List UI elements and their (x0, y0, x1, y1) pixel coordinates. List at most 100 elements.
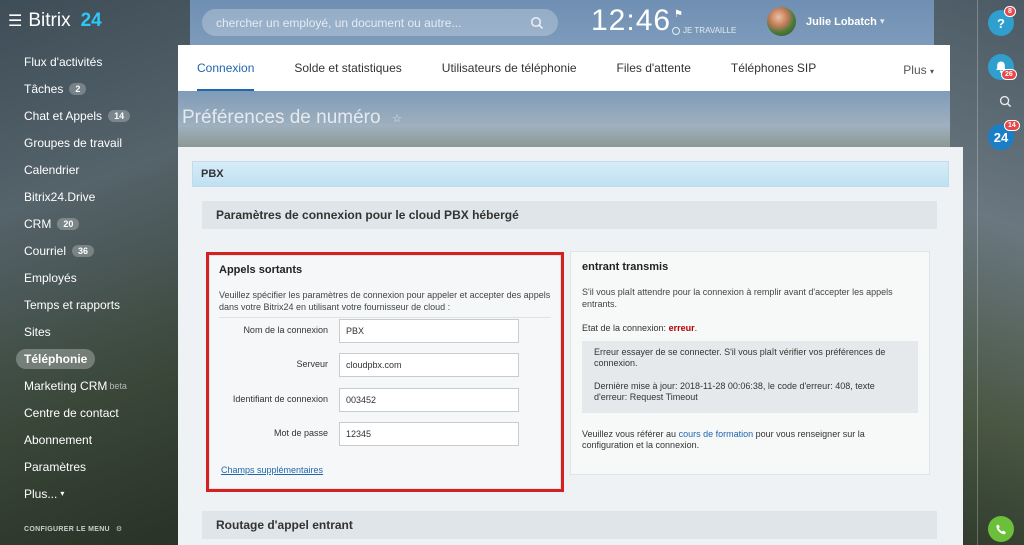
section-incoming-routing[interactable]: Routage d'appel entrant (202, 511, 937, 539)
chevron-down-icon: ▾ (929, 67, 934, 76)
star-icon[interactable]: ☆ (392, 112, 402, 125)
menu-item-label: Flux d'activités (24, 54, 103, 69)
incoming-panel: entrant transmis S'il vous plaît attendr… (570, 251, 930, 475)
menu-item-label: Calendrier (24, 162, 80, 177)
menu-item-plus[interactable]: Plus... ▾ (0, 480, 178, 507)
server-label: Serveur (296, 359, 328, 369)
tab-utilisateurs[interactable]: Utilisateurs de téléphonie (442, 45, 577, 91)
menu-item-parametres[interactable]: Paramètres (0, 453, 178, 480)
additional-fields-link[interactable]: Champs supplémentaires (221, 465, 323, 475)
work-status-label: JE TRAVAILLE (683, 26, 737, 35)
menu-item-label: Paramètres (24, 459, 87, 474)
logo-number: 24 (80, 10, 102, 31)
configure-menu-label: CONFIGURER LE MENU (24, 525, 110, 533)
password-label: Mot de passe (273, 428, 328, 438)
logo-text: Bitrix (28, 10, 71, 31)
tab-bar: Connexion Solde et statistiques Utilisat… (178, 45, 950, 91)
last-update-text: Dernière mise à jour: 2018-11-28 00:06:3… (594, 381, 875, 402)
tab-files[interactable]: Files d'attente (617, 45, 691, 91)
work-status[interactable]: JE TRAVAILLE (672, 26, 736, 35)
counter-badge: 20 (57, 217, 80, 230)
menu-item-label: Bitrix24.Drive (24, 189, 96, 204)
chevron-down-icon: ▾ (60, 489, 65, 498)
menu-item-sites[interactable]: Sites (0, 318, 178, 345)
menu-item-label: Téléphonie (16, 348, 96, 369)
menu-item-label: CRM (24, 216, 52, 231)
tab-connexion[interactable]: Connexion (197, 45, 255, 91)
flag-icon[interactable]: ⚑ (674, 9, 683, 20)
menu-item-abonnement[interactable]: Abonnement (0, 426, 178, 453)
outgoing-title: Appels sortants (219, 264, 303, 276)
menu-item-employes[interactable]: Employés (0, 264, 178, 291)
menu-item-crm[interactable]: CRM 20 (0, 210, 178, 237)
search-icon[interactable] (530, 16, 544, 30)
phone-icon (995, 523, 1006, 534)
avatar[interactable] (767, 7, 796, 36)
menu-item-label: Courriel (24, 243, 67, 258)
connection-name-field[interactable]: PBX (339, 319, 519, 343)
search-icon[interactable] (992, 88, 1018, 114)
menu-item-label: Chat et Appels (24, 108, 103, 123)
password-field[interactable]: 12345 (339, 422, 519, 446)
menu-item-flux[interactable]: Flux d'activités (0, 48, 178, 75)
search-input[interactable]: chercher un employé, un document ou autr… (202, 9, 558, 36)
tab-more[interactable]: Plus ▾ (903, 63, 934, 77)
counter-badge: 14 (108, 109, 131, 122)
notifications-button[interactable]: 26 (988, 54, 1017, 80)
chevron-down-icon[interactable]: ▾ (880, 16, 885, 27)
form-row-login: Identifiant de connexion 003452 (209, 388, 561, 412)
counter-badge: 2 (69, 82, 87, 95)
help-prefix: Veuillez vous référer au (582, 429, 677, 439)
outgoing-description: Veuillez spécifier les paramètres de con… (219, 290, 551, 312)
help-button[interactable]: ? 8 (988, 6, 1016, 36)
configure-menu-link[interactable]: CONFIGURER LE MENU ⚙ (24, 525, 123, 534)
logo[interactable]: ☰ Bitrix 24 (8, 10, 102, 32)
error-message: Erreur essayer de se connecter. S'il vou… (594, 347, 886, 368)
menu-item-temps[interactable]: Temps et rapports (0, 291, 178, 318)
menu-item-calendrier[interactable]: Calendrier (0, 156, 178, 183)
tab-sip[interactable]: Téléphones SIP (731, 45, 816, 91)
gear-icon: ⚙ (115, 526, 123, 533)
form-row-password: Mot de passe 12345 (209, 422, 561, 446)
notifications-badge: 26 (1001, 69, 1017, 80)
status-period: . (694, 323, 698, 333)
menu-item-taches[interactable]: Tâches 2 (0, 75, 178, 102)
menu-item-marketing[interactable]: Marketing CRM beta (0, 372, 178, 399)
rail-divider (977, 0, 978, 545)
menu-item-drive[interactable]: Bitrix24.Drive (0, 183, 178, 210)
status-dot-icon (672, 26, 680, 35)
tab-solde[interactable]: Solde et statistiques (294, 45, 401, 91)
phone-button[interactable] (988, 516, 1014, 542)
error-message-box: Erreur essayer de se connecter. S'il vou… (582, 341, 918, 413)
user-name[interactable]: Julie Lobatch (806, 16, 877, 28)
main-panel: PBX Paramètres de connexion pour le clou… (178, 147, 963, 545)
tab-more-label: Plus (903, 63, 927, 77)
help-badge: 8 (1004, 6, 1016, 17)
section-connection-settings[interactable]: Paramètres de connexion pour le cloud PB… (202, 201, 937, 229)
status-label: Etat de la connexion: (582, 323, 667, 333)
training-course-link[interactable]: cours de formation (679, 429, 754, 439)
menu-item-courriel[interactable]: Courriel 36 (0, 237, 178, 264)
connection-status: Etat de la connexion: erreur. (582, 323, 918, 333)
form-row-connection-name: Nom de la connexion PBX (209, 319, 561, 343)
clock[interactable]: 12:46 (591, 4, 671, 38)
menu-item-telephonie[interactable]: Téléphonie (0, 345, 178, 372)
menu-item-contact[interactable]: Centre de contact (0, 399, 178, 426)
menu-item-groupes[interactable]: Groupes de travail (0, 129, 178, 156)
server-field[interactable]: cloudpbx.com (339, 353, 519, 377)
incoming-title: entrant transmis (582, 261, 669, 273)
pbx-section-bar[interactable]: PBX (192, 161, 949, 187)
login-field[interactable]: 003452 (339, 388, 519, 412)
login-label: Identifiant de connexion (232, 394, 328, 404)
status-badge: erreur (668, 323, 695, 333)
bitrix24-network-button[interactable]: 24 14 (988, 120, 1020, 150)
menu-item-label: Plus... (24, 486, 58, 501)
menu-item-label: Centre de contact (24, 405, 119, 420)
menu-icon[interactable]: ☰ (8, 11, 22, 31)
menu-item-label: Tâches (24, 81, 64, 96)
form-row-server: Serveur cloudpbx.com (209, 353, 561, 377)
connection-name-label: Nom de la connexion (243, 325, 328, 335)
help-label: ? (997, 15, 1005, 31)
incoming-description: S'il vous plaît attendre pour la connexi… (582, 287, 893, 309)
menu-item-chat[interactable]: Chat et Appels 14 (0, 102, 178, 129)
